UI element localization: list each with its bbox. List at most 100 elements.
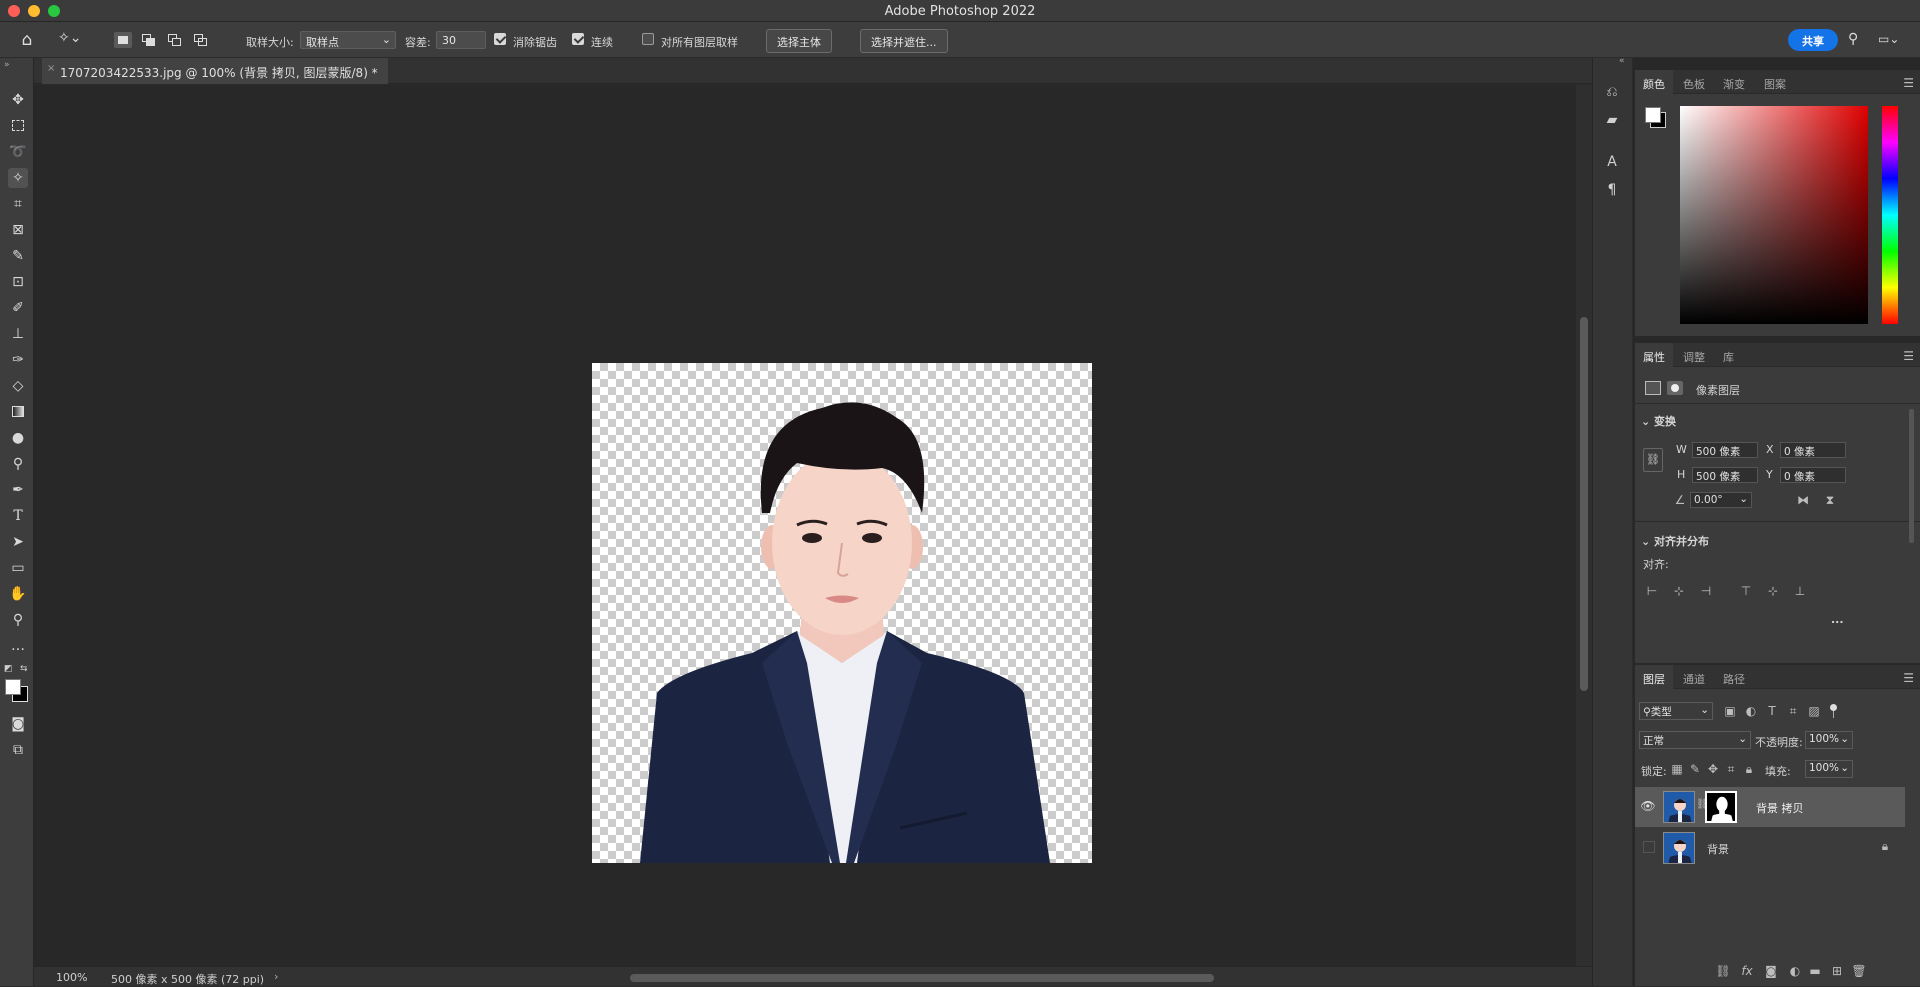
layer-name[interactable]: 背景	[1707, 841, 1729, 857]
add-mask-icon[interactable]: ◙	[1763, 964, 1779, 978]
layer-filter-select[interactable]: ⚲类型 ⌄	[1639, 702, 1713, 720]
visibility-toggle[interactable]	[1643, 841, 1655, 853]
tab-gradients[interactable]: 渐变	[1715, 70, 1753, 94]
filter-pixel-icon[interactable]: ▣	[1723, 704, 1737, 718]
frame-tool-icon[interactable]: ⊠	[8, 220, 28, 240]
chevron-right-icon[interactable]: ›	[274, 970, 278, 983]
paragraph-panel-icon[interactable]: ¶	[1602, 180, 1622, 200]
tab-adjustments[interactable]: 调整	[1675, 343, 1713, 367]
close-document-icon[interactable]: ×	[47, 63, 55, 74]
layers-panel-menu-icon[interactable]: ☰	[1903, 671, 1914, 685]
filter-shape-icon[interactable]: ⌗	[1786, 704, 1800, 719]
search-icon[interactable]: ⚲	[1848, 31, 1866, 49]
blur-tool-icon[interactable]: ●	[8, 428, 28, 448]
visibility-eye-icon[interactable]: 👁︎	[1640, 799, 1656, 813]
magic-wand-tool-icon[interactable]: ✧	[8, 168, 28, 188]
intersect-selection-mode-button[interactable]	[192, 32, 210, 48]
vertical-scrollbar-thumb[interactable]	[1580, 317, 1588, 691]
x-field[interactable]: 0 像素	[1780, 442, 1846, 458]
align-section-header[interactable]: ⌄ 对齐并分布	[1641, 533, 1709, 549]
width-field[interactable]: 500 像素	[1692, 442, 1758, 458]
flip-horizontal-icon[interactable]: ⧓	[1795, 493, 1811, 507]
more-tools-icon[interactable]: …	[8, 636, 28, 656]
brush-tool-icon[interactable]: ✐	[8, 298, 28, 318]
pen-tool-icon[interactable]: ✒	[8, 480, 28, 500]
align-left-icon[interactable]: ⊢	[1645, 584, 1659, 598]
quick-mask-icon[interactable]: ◙	[8, 714, 28, 734]
document-tab[interactable]: × 1707203422533.jpg @ 100% (背景 拷贝, 图层蒙版/…	[42, 58, 388, 84]
sample-size-select[interactable]: 取样点 ⌄	[300, 31, 396, 49]
align-center-horizontal-icon[interactable]: ⊹	[1672, 584, 1686, 598]
link-layers-icon[interactable]: ⛓	[1715, 964, 1731, 978]
hue-slider[interactable]	[1882, 106, 1898, 324]
transform-section-header[interactable]: ⌄ 变换	[1641, 413, 1676, 429]
magic-wand-tool-preset-icon[interactable]: ✧⌄	[58, 30, 88, 50]
select-subject-button[interactable]: 选择主体	[766, 29, 832, 53]
lock-image-pixels-icon[interactable]: ✎	[1688, 762, 1702, 776]
opacity-field[interactable]: 100% ⌄	[1805, 731, 1853, 749]
rectangle-tool-icon[interactable]: ▭	[8, 558, 28, 578]
mask-icon[interactable]	[1667, 381, 1683, 395]
subtract-from-selection-mode-button[interactable]	[166, 32, 184, 48]
filter-smart-object-icon[interactable]: ▨	[1807, 704, 1821, 718]
screen-mode-icon[interactable]: ⧉	[8, 740, 28, 760]
align-center-vertical-icon[interactable]: ⊹	[1766, 584, 1780, 598]
lock-icon[interactable]: 🔒︎	[1878, 839, 1892, 854]
anti-alias-checkbox[interactable]	[494, 33, 506, 45]
crop-tool-icon[interactable]: ⌗	[8, 194, 28, 214]
tab-properties[interactable]: 属性	[1635, 343, 1673, 367]
document-canvas[interactable]	[592, 363, 1092, 863]
tab-libraries[interactable]: 库	[1715, 343, 1742, 367]
vertical-scrollbar[interactable]	[1576, 85, 1592, 966]
pixel-layer-icon[interactable]	[1645, 381, 1661, 395]
layer-mask-thumbnail[interactable]	[1705, 791, 1737, 823]
share-button[interactable]: 共享	[1788, 29, 1838, 51]
hand-tool-icon[interactable]: ✋	[8, 584, 28, 604]
home-icon[interactable]: ⌂	[16, 30, 38, 50]
layer-thumbnail[interactable]	[1663, 832, 1695, 864]
panel-foreground-swatch[interactable]	[1645, 107, 1661, 123]
character-panel-icon[interactable]: A	[1602, 152, 1622, 172]
tab-paths[interactable]: 路径	[1715, 665, 1753, 689]
sample-all-layers-checkbox[interactable]	[642, 33, 654, 45]
mask-link-icon[interactable]: ⛓	[1696, 799, 1709, 810]
history-brush-tool-icon[interactable]: ✑	[8, 350, 28, 370]
more-options-button[interactable]: ...	[1831, 613, 1844, 626]
align-bottom-icon[interactable]: ⊥	[1793, 584, 1807, 598]
height-field[interactable]: 500 像素	[1692, 467, 1758, 483]
tolerance-input[interactable]: 30	[436, 31, 486, 49]
eyedropper-tool-icon[interactable]: ✎	[8, 246, 28, 266]
y-field[interactable]: 0 像素	[1780, 467, 1846, 483]
tab-layers[interactable]: 图层	[1635, 665, 1673, 689]
workspace-icon[interactable]: ▭⌄	[1878, 32, 1908, 48]
color-picker-field[interactable]	[1680, 106, 1868, 324]
zoom-tool-icon[interactable]: ⚲	[8, 610, 28, 630]
clone-stamp-tool-icon[interactable]: ⊥	[8, 324, 28, 344]
color-panel-menu-icon[interactable]: ☰	[1903, 76, 1914, 90]
properties-scrollbar[interactable]	[1909, 409, 1914, 543]
dodge-tool-icon[interactable]: ⚲	[8, 454, 28, 474]
canvas-area[interactable]	[34, 85, 1576, 966]
layer-style-icon[interactable]: fx	[1739, 964, 1755, 978]
marquee-tool-icon[interactable]	[8, 116, 28, 136]
lock-all-icon[interactable]: 🔒︎	[1742, 762, 1756, 777]
tab-patterns[interactable]: 图案	[1756, 70, 1794, 94]
lock-position-icon[interactable]: ✥	[1706, 762, 1720, 776]
history-panel-icon[interactable]: ⎌	[1602, 82, 1622, 102]
lasso-tool-icon[interactable]: ➰	[8, 142, 28, 162]
new-layer-icon[interactable]: ⊞	[1829, 964, 1845, 978]
layer-row[interactable]: 背景 🔒︎	[1635, 828, 1920, 868]
properties-panel-menu-icon[interactable]: ☰	[1903, 349, 1914, 363]
lock-transparent-pixels-icon[interactable]: ▦	[1670, 762, 1684, 776]
filter-adjustment-icon[interactable]: ◐	[1744, 704, 1758, 718]
contiguous-checkbox[interactable]	[572, 33, 584, 45]
collapse-toolbar-icon[interactable]: »	[4, 60, 10, 70]
eraser-tool-icon[interactable]: ◇	[8, 376, 28, 396]
adjustment-layer-icon[interactable]: ◐	[1787, 964, 1803, 978]
filter-toggle-icon[interactable]	[1829, 704, 1839, 718]
add-to-selection-mode-button[interactable]	[140, 32, 158, 48]
angle-field[interactable]: 0.00° ⌄	[1690, 492, 1752, 508]
swap-colors-icon[interactable]: ⇆	[20, 664, 28, 674]
new-group-icon[interactable]: ▬	[1807, 964, 1823, 978]
foreground-color-swatch[interactable]	[5, 679, 21, 695]
